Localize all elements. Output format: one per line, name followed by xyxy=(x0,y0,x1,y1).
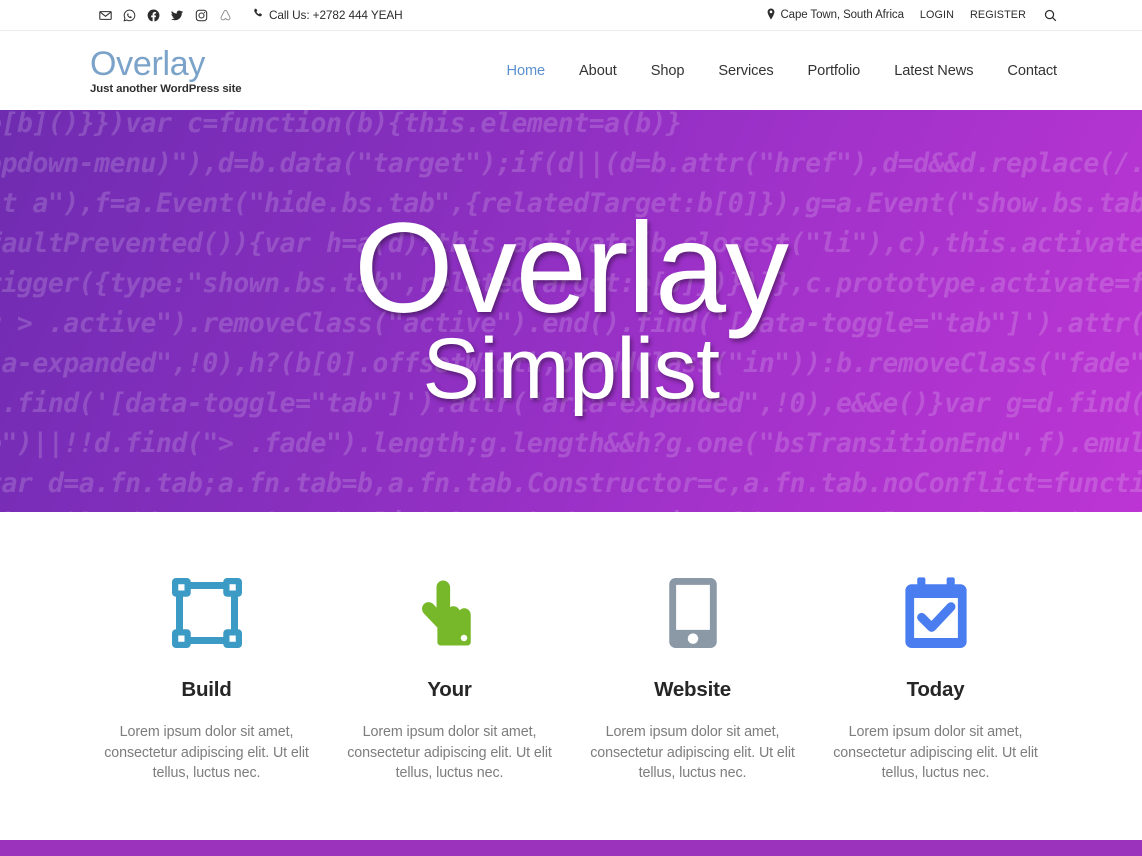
site-header: Overlay Just another WordPress site Home… xyxy=(0,31,1142,110)
whatsapp-icon[interactable] xyxy=(117,4,141,26)
nav-item-latest-news[interactable]: Latest News xyxy=(877,63,990,79)
feature-description: Lorem ipsum dolor sit amet, consectetur … xyxy=(590,724,795,782)
map-pin-icon xyxy=(766,7,776,23)
vector-select-icon xyxy=(167,570,247,656)
nav-item-contact[interactable]: Contact xyxy=(990,63,1057,79)
instagram-icon[interactable] xyxy=(189,4,213,26)
location-block: Cape Town, South Africa xyxy=(766,7,904,23)
social-icon-list xyxy=(93,4,237,26)
login-link[interactable]: LOGIN xyxy=(920,9,954,21)
twitter-icon[interactable] xyxy=(165,4,189,26)
site-title[interactable]: Overlay xyxy=(90,46,205,82)
nav-item-services[interactable]: Services xyxy=(701,63,790,79)
search-icon[interactable] xyxy=(1044,9,1057,22)
calendar-check-icon xyxy=(896,570,976,656)
site-tagline: Just another WordPress site xyxy=(90,83,242,96)
feature-description: Lorem ipsum dolor sit amet, consectetur … xyxy=(104,724,309,782)
footer-accent-bar xyxy=(0,840,1142,856)
feature-title: Your xyxy=(427,678,472,701)
feature-card-website: Website Lorem ipsum dolor sit amet, cons… xyxy=(571,570,814,840)
call-us-block[interactable]: Call Us: +2782 444 YEAH xyxy=(253,8,403,22)
facebook-icon[interactable] xyxy=(141,4,165,26)
brand-block[interactable]: Overlay Just another WordPress site xyxy=(90,46,242,95)
feature-description: Lorem ipsum dolor sit amet, consectetur … xyxy=(833,724,1038,782)
email-icon[interactable] xyxy=(93,4,117,26)
nav-item-home[interactable]: Home xyxy=(490,63,563,79)
nav-item-about[interactable]: About xyxy=(562,63,634,79)
feature-description: Lorem ipsum dolor sit amet, consectetur … xyxy=(347,724,552,782)
feature-title: Today xyxy=(906,678,965,701)
feature-card-today: Today Lorem ipsum dolor sit amet, consec… xyxy=(814,570,1057,840)
top-bar: Call Us: +2782 444 YEAH Cape Town, South… xyxy=(0,0,1142,31)
feature-title: Build xyxy=(181,678,232,701)
feature-title: Website xyxy=(654,678,731,701)
hero-subtitle: Simplist xyxy=(422,320,720,417)
main-navigation: Home About Shop Services Portfolio Lates… xyxy=(490,63,1058,79)
airbnb-icon[interactable] xyxy=(213,4,237,26)
phone-number-text: Call Us: +2782 444 YEAH xyxy=(269,8,403,22)
top-bar-right: Cape Town, South Africa LOGIN REGISTER xyxy=(766,7,1057,23)
feature-card-build: Build Lorem ipsum dolor sit amet, consec… xyxy=(85,570,328,840)
register-link[interactable]: REGISTER xyxy=(970,9,1026,21)
location-text: Cape Town, South Africa xyxy=(780,9,904,21)
hero-title: Overlay xyxy=(354,197,789,341)
phone-icon xyxy=(253,8,264,22)
hero-content: Overlay Simplist xyxy=(0,110,1142,512)
hero-banner: e[b]()}})var c=function(b){this.element=… xyxy=(0,110,1142,512)
top-bar-left: Call Us: +2782 444 YEAH xyxy=(93,4,403,26)
nav-item-shop[interactable]: Shop xyxy=(634,63,702,79)
feature-card-your: Your Lorem ipsum dolor sit amet, consect… xyxy=(328,570,571,840)
tablet-icon xyxy=(653,570,733,656)
pointing-hand-icon xyxy=(410,570,490,656)
feature-section: Build Lorem ipsum dolor sit amet, consec… xyxy=(0,512,1142,840)
nav-item-portfolio[interactable]: Portfolio xyxy=(791,63,878,79)
